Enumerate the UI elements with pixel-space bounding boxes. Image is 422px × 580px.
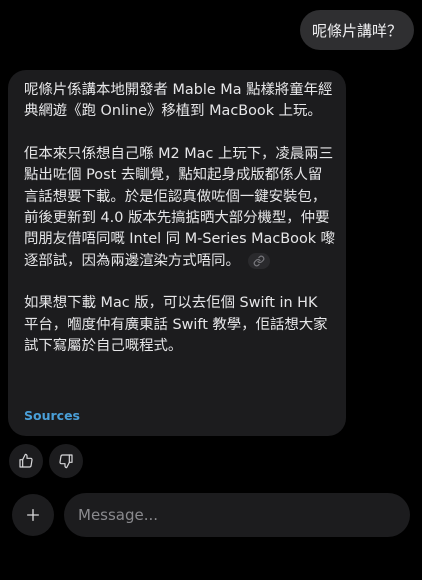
assistant-paragraph-3: 如果想下載 Mac 版，可以去佢個 Swift in HK 平台，嗰度仲有廣東話… [24,295,328,355]
plus-icon [27,509,39,521]
sources-link[interactable]: Sources [24,408,80,423]
assistant-paragraph-2: 佢本來只係想自己喺 M2 Mac 上玩下，凌晨兩三點出咗個 Post 去瞓覺，點… [24,144,336,272]
user-message-bubble: 呢條片講咩？ [299,10,414,50]
user-message-text: 呢條片講咩？ [311,21,402,40]
assistant-paragraph-1: 呢條片係講本地開發者 Mable Ma 點樣將童年經典網遊《跑 Online》移… [24,82,333,120]
thumbs-down-icon [59,454,73,469]
message-input[interactable] [64,493,410,537]
chat-screen: 呢條片講咩？ 呢條片係講本地開發者 Mable Ma 點樣將童年經典網遊《跑 O… [0,0,422,580]
citation-link-chip[interactable] [247,252,270,269]
thumbs-up-button[interactable] [9,444,43,478]
assistant-paragraph-2-text: 佢本來只係想自己喺 M2 Mac 上玩下，凌晨兩三點出咗個 Post 去瞓覺，點… [24,145,336,269]
thumbs-up-icon [19,453,33,468]
link-icon [253,255,265,267]
thumbs-down-button[interactable] [49,444,83,478]
assistant-message-bubble: 呢條片係講本地開發者 Mable Ma 點樣將童年經典網遊《跑 Online》移… [8,70,346,436]
add-attachment-button[interactable] [12,494,54,536]
